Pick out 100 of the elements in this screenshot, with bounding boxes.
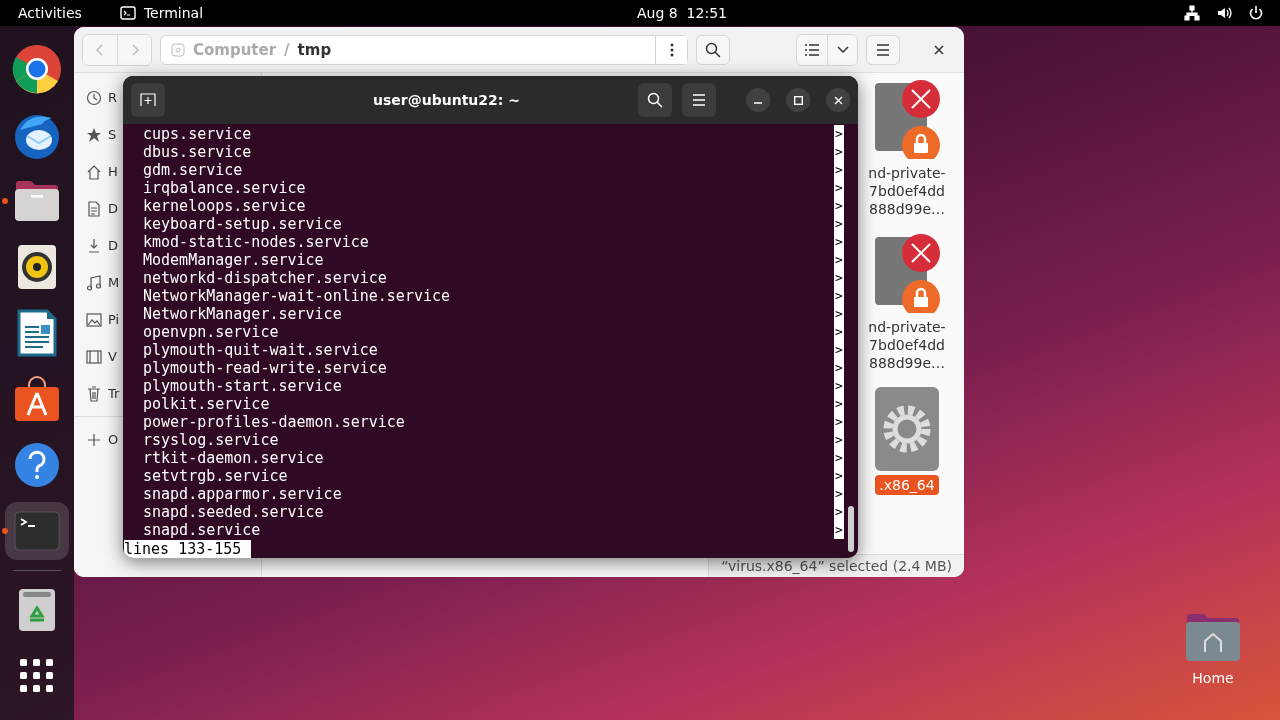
view-options-button[interactable] [827, 34, 857, 65]
sidebar-item[interactable]: D [74, 227, 118, 264]
music-note-icon [86, 274, 102, 291]
line-continues-marker: > [834, 395, 844, 413]
line-continues-marker: > [834, 161, 844, 179]
sidebar-item[interactable]: O [74, 421, 119, 458]
terminal-line: kerneloops.service [143, 197, 306, 215]
line-continues-marker: > [834, 287, 844, 305]
line-continues-marker: > [834, 449, 844, 467]
maximize-icon [793, 95, 803, 105]
terminal-line: NetworkManager.service [143, 305, 342, 323]
terminal-line: irqbalance.service [143, 179, 306, 197]
line-continues-marker: > [834, 485, 844, 503]
clock-icon [86, 89, 102, 106]
desktop-home-item[interactable]: Home [1180, 612, 1246, 686]
terminal-line: plymouth-start.service [143, 377, 342, 395]
sidebar-item[interactable]: Tr [74, 375, 120, 412]
terminal-line: snapd.service [143, 521, 261, 539]
new-tab-icon [140, 93, 156, 107]
line-continues-marker: > [834, 341, 844, 359]
terminal-line: NetworkManager-wait-online.service [143, 287, 451, 305]
file-name: nd-private- 7bd0ef4dd 888d99e… [867, 318, 947, 373]
document-icon [17, 309, 57, 357]
terminal-line: snapd.seeded.service [143, 503, 324, 521]
close-button[interactable] [826, 88, 850, 112]
new-tab-button[interactable] [131, 83, 165, 117]
speaker-icon [17, 244, 57, 290]
sidebar-item[interactable]: V [74, 338, 117, 375]
line-continues-marker: > [834, 269, 844, 287]
minimize-button[interactable] [746, 88, 770, 112]
terminal-line: dbus.service [143, 143, 252, 161]
shopping-bag-icon [14, 376, 60, 422]
sidebar-item[interactable]: D [74, 190, 118, 227]
terminal-line: plymouth-read-write.service [143, 359, 387, 377]
terminal-line: power-profiles-daemon.service [143, 413, 405, 431]
app-grid-icon [20, 659, 54, 693]
terminal-line: keyboard-setup.service [143, 215, 342, 233]
sidebar-item[interactable]: H [74, 153, 118, 190]
file-item[interactable]: nd-private- 7bd0ef4dd 888d99e… [862, 77, 952, 221]
search-icon [705, 41, 721, 58]
sidebar-item[interactable]: S [74, 116, 117, 153]
window-title: user@ubuntu22: ~ [372, 92, 521, 108]
maximize-button[interactable] [786, 88, 810, 112]
sidebar-item[interactable]: R [74, 79, 118, 116]
scrollbar-thumb[interactable] [848, 506, 854, 552]
search-button[interactable] [696, 34, 730, 65]
file-item[interactable]: .x86_64 [869, 385, 945, 497]
folder-icon [14, 180, 60, 222]
menu-icon [876, 43, 890, 56]
chevron-right-icon [130, 43, 139, 56]
line-continues-marker: > [834, 521, 844, 539]
search-icon [647, 92, 663, 108]
list-icon [805, 43, 819, 56]
download-icon [86, 237, 102, 254]
terminal-icon [14, 511, 60, 551]
menu-icon [692, 94, 706, 106]
list-view-button[interactable] [797, 34, 827, 65]
line-continues-marker: > [834, 431, 844, 449]
help-icon [14, 442, 60, 488]
terminal-line: kmod-static-nodes.service [143, 233, 369, 251]
line-continues-marker: > [834, 467, 844, 485]
close-icon [833, 95, 843, 105]
clock[interactable]: Aug 8 12:51 [637, 5, 727, 21]
recycle-bin-icon [18, 588, 56, 632]
line-continues-marker: > [834, 359, 844, 377]
volume-icon[interactable] [1216, 5, 1232, 21]
network-icon[interactable] [1184, 5, 1200, 21]
terminal-line: gdm.service [143, 161, 243, 179]
line-continues-marker: > [834, 413, 844, 431]
close-icon [934, 44, 944, 55]
file-name: .x86_64 [875, 475, 939, 495]
menu-button[interactable] [866, 34, 900, 65]
plus-icon [86, 431, 102, 448]
trash-icon [86, 385, 102, 402]
terminal-line: rtkit-daemon.service [143, 449, 324, 467]
file-name: nd-private- 7bd0ef4dd 888d99e… [867, 164, 947, 219]
drive-icon [171, 42, 185, 57]
app-menu[interactable]: Terminal [119, 5, 204, 21]
line-continues-marker: > [834, 503, 844, 521]
path-separator: / [284, 40, 290, 59]
line-continues-marker: > [834, 323, 844, 341]
line-continues-marker: > [834, 233, 844, 251]
terminal-line: networkd-dispatcher.service [143, 269, 387, 287]
film-icon [86, 348, 102, 365]
menu-button[interactable] [682, 83, 716, 117]
document-icon [86, 200, 102, 217]
terminal-line: rsyslog.service [143, 431, 279, 449]
path-segment[interactable]: tmp [297, 40, 332, 59]
search-button[interactable] [638, 83, 672, 117]
pager-status: lines 133-155 [124, 540, 252, 558]
sidebar-item[interactable]: M [74, 264, 120, 301]
sidebar-item[interactable]: Pi [74, 301, 120, 338]
chevron-left-icon [96, 43, 104, 56]
terminal-icon [119, 6, 136, 20]
file-item[interactable]: nd-private- 7bd0ef4dd 888d99e… [862, 231, 952, 375]
terminal-line: snapd.apparmor.service [143, 485, 342, 503]
terminal-line: polkit.service [143, 395, 270, 413]
activities-button[interactable]: Activities [18, 5, 82, 21]
picture-icon [86, 311, 102, 328]
power-icon[interactable] [1248, 5, 1264, 21]
